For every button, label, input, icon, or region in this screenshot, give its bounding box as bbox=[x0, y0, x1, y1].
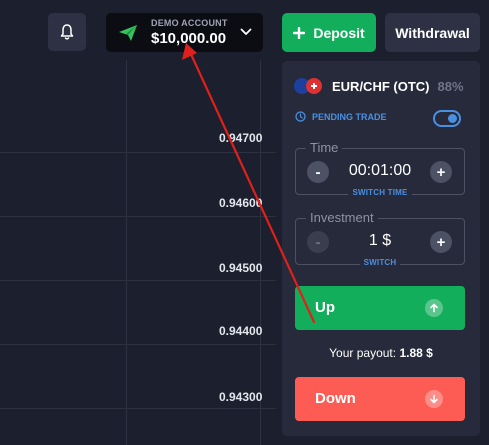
toggle-knob bbox=[448, 114, 457, 123]
switch-time-label: SWITCH TIME bbox=[348, 188, 412, 197]
notifications-button[interactable] bbox=[48, 13, 86, 51]
price-axis-label: 0.94700 bbox=[219, 131, 263, 145]
time-field[interactable]: Time - 00:01:00 + SWITCH TIME bbox=[295, 140, 465, 197]
grid-line bbox=[0, 344, 276, 345]
bell-icon bbox=[60, 24, 74, 40]
arrow-up-icon bbox=[425, 299, 443, 317]
withdrawal-label: Withdrawal bbox=[395, 24, 470, 41]
grid-line bbox=[0, 152, 276, 153]
investment-increase-button[interactable]: + bbox=[430, 231, 452, 253]
plus-icon: + bbox=[436, 163, 446, 181]
plus-icon bbox=[293, 26, 306, 39]
account-balance: $10,000.00 bbox=[151, 30, 227, 47]
asset-payout-percent: 88% bbox=[437, 78, 464, 94]
down-button[interactable]: Down bbox=[295, 377, 465, 421]
price-axis-label: 0.94400 bbox=[219, 324, 263, 338]
withdrawal-button[interactable]: Withdrawal bbox=[385, 13, 480, 52]
clock-icon bbox=[295, 111, 306, 122]
asset-flags bbox=[294, 76, 324, 96]
grid-line bbox=[126, 60, 127, 445]
investment-field[interactable]: Investment - 1 $ + SWITCH bbox=[295, 210, 465, 267]
pending-trade-label: PENDING TRADE bbox=[312, 111, 387, 122]
up-label: Up bbox=[315, 299, 335, 316]
swiss-flag-icon bbox=[306, 78, 322, 94]
up-button[interactable]: Up bbox=[295, 286, 465, 330]
chevron-down-icon bbox=[240, 28, 252, 35]
grid-line bbox=[0, 408, 276, 409]
deposit-button[interactable]: Deposit bbox=[282, 13, 376, 52]
switch-investment-link[interactable]: SWITCH bbox=[296, 252, 464, 270]
arrow-down-icon bbox=[425, 390, 443, 408]
asset-selector[interactable]: EUR/CHF (OTC) 88% bbox=[294, 76, 464, 96]
paper-plane-icon bbox=[119, 25, 137, 41]
grid-line bbox=[0, 280, 276, 281]
grid-line bbox=[260, 60, 261, 445]
deposit-label: Deposit bbox=[313, 24, 365, 41]
payout-value: 1.88 $ bbox=[399, 346, 433, 360]
price-chart[interactable]: 0.94700 0.94600 0.94500 0.94400 0.94300 bbox=[0, 60, 276, 445]
account-selector[interactable]: DEMO ACCOUNT $10,000.00 bbox=[106, 13, 263, 52]
grid-line bbox=[0, 216, 276, 217]
pending-trade-toggle[interactable] bbox=[433, 110, 461, 127]
price-axis-label: 0.94600 bbox=[219, 196, 263, 210]
trade-panel: EUR/CHF (OTC) 88% PENDING TRADE Time - 0… bbox=[282, 61, 480, 436]
price-axis-label: 0.94500 bbox=[219, 261, 263, 275]
pending-trade-row: PENDING TRADE bbox=[295, 111, 387, 122]
time-increase-button[interactable]: + bbox=[430, 161, 452, 183]
asset-name: EUR/CHF (OTC) bbox=[332, 78, 430, 94]
down-label: Down bbox=[315, 390, 356, 407]
price-axis-label: 0.94300 bbox=[219, 390, 263, 404]
switch-investment-label: SWITCH bbox=[359, 258, 401, 267]
account-type-label: DEMO ACCOUNT bbox=[151, 18, 228, 28]
payout-row: Your payout: 1.88 $ bbox=[282, 346, 480, 360]
plus-icon: + bbox=[436, 233, 446, 251]
investment-legend: Investment bbox=[306, 210, 378, 225]
payout-label: Your payout: bbox=[329, 346, 397, 360]
time-legend: Time bbox=[306, 140, 343, 155]
switch-time-link[interactable]: SWITCH TIME bbox=[296, 182, 464, 200]
